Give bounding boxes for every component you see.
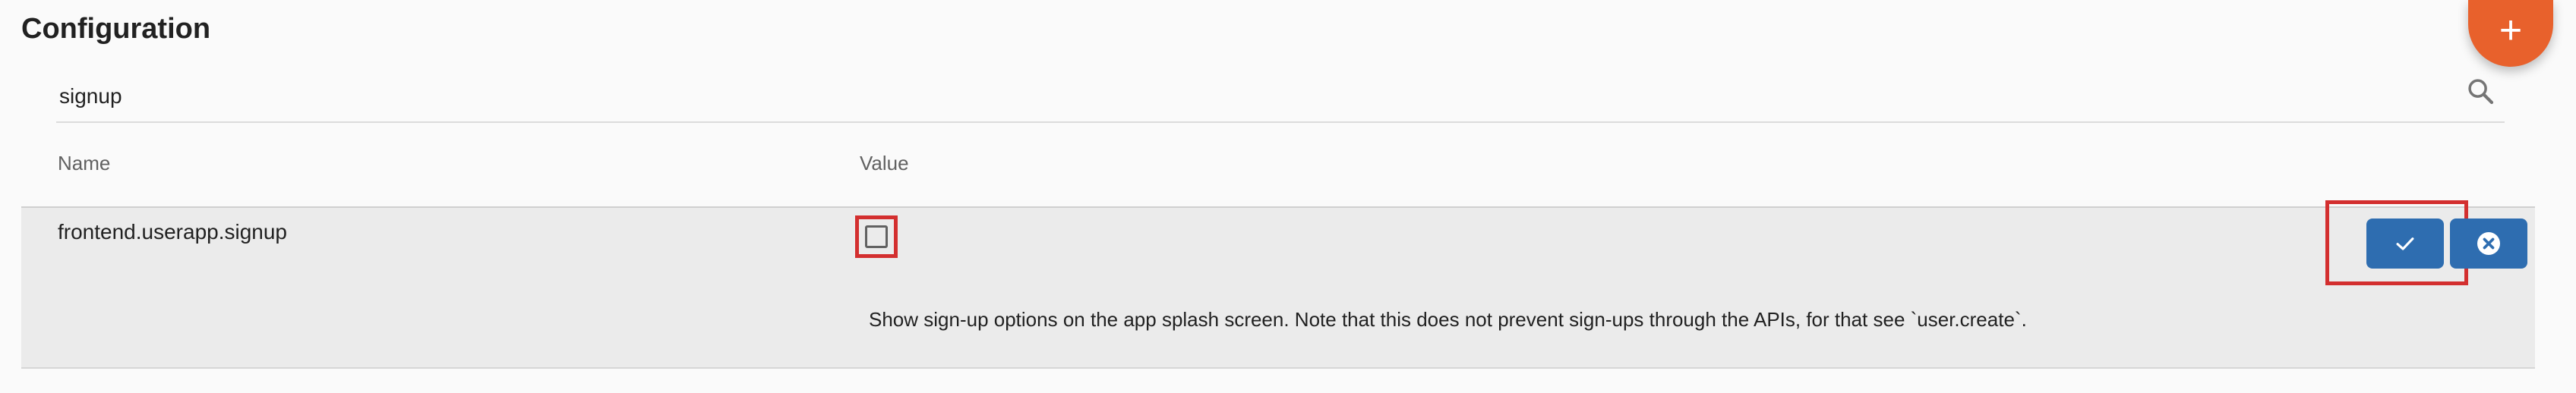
config-key: frontend.userapp.signup [58, 220, 287, 244]
table-header: Name Value [21, 123, 2535, 208]
column-header-name: Name [58, 152, 111, 174]
cancel-button[interactable] [2450, 219, 2527, 269]
config-value-checkbox[interactable] [865, 225, 888, 248]
configuration-page: Configuration + Name Value frontend.user… [0, 0, 2576, 393]
search-input[interactable] [58, 80, 2415, 112]
config-description: Show sign-up options on the app splash s… [869, 308, 2027, 331]
checkbox-highlight-box [855, 215, 898, 258]
plus-icon: + [2499, 8, 2523, 52]
table-row: frontend.userapp.signup Show sign-up opt… [21, 200, 2535, 369]
add-config-button[interactable]: + [2468, 0, 2553, 67]
close-circle-icon [2477, 232, 2500, 255]
page-title: Configuration [21, 13, 211, 45]
search-bar [56, 74, 2505, 123]
check-icon [2396, 237, 2414, 250]
column-header-value: Value [860, 152, 909, 174]
confirm-button[interactable] [2366, 219, 2444, 269]
search-icon[interactable] [2465, 76, 2497, 108]
